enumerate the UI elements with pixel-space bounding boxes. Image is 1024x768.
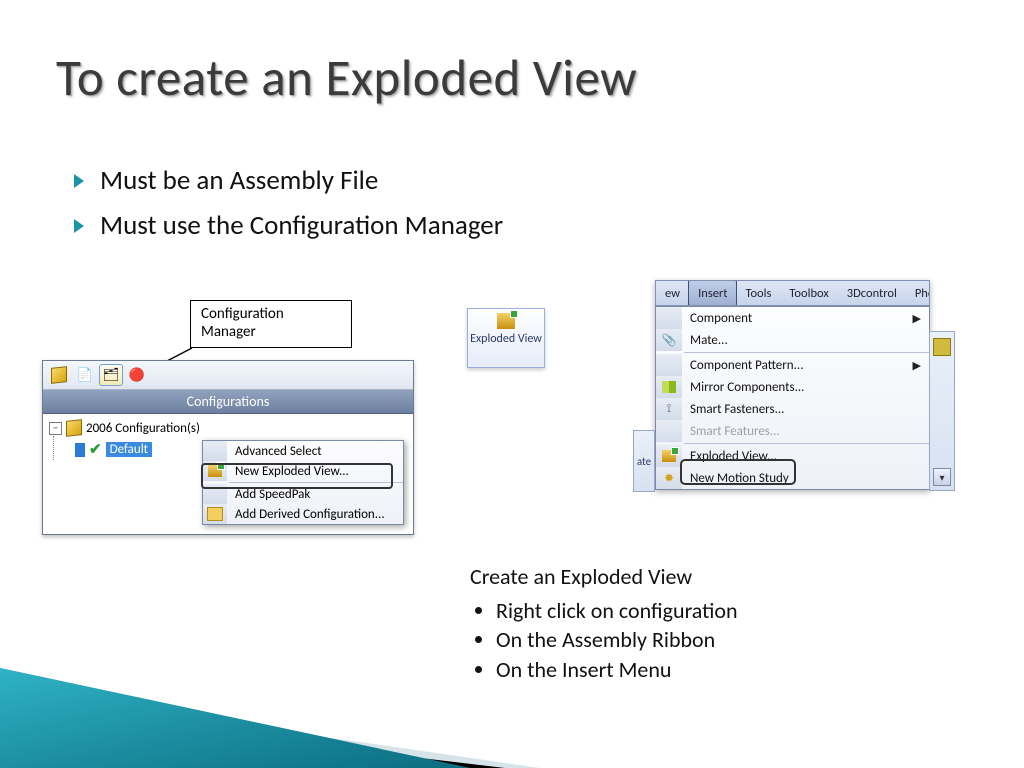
context-menu-label: Add SpeedPak <box>227 487 403 502</box>
main-bullets: Must be an Assembly File Must use the Co… <box>74 164 503 254</box>
menu-item-label: Mate... <box>682 333 929 348</box>
configuration-manager-tab-icon[interactable]: 🗂 <box>99 364 123 386</box>
mirror-icon <box>662 381 676 393</box>
exploded-view-icon <box>662 450 676 462</box>
derived-config-icon <box>207 507 223 521</box>
instructions-block: Create an Exploded View Right click on c… <box>470 562 738 685</box>
menu-item-label: Component Pattern... <box>682 358 913 373</box>
instruction-item: On the Insert Menu <box>496 655 738 685</box>
panel-header: Configurations <box>43 390 413 414</box>
instructions-heading: Create an Exploded View <box>470 562 738 592</box>
slide-title: To create an Exploded View <box>56 46 637 109</box>
exploded-view-icon <box>208 465 222 477</box>
bullet-marker-icon <box>74 219 84 233</box>
tree-root-label: 2006 Configuration(s) <box>86 421 200 436</box>
bullet-row: Must use the Configuration Manager <box>74 209 503 242</box>
tree-root-row[interactable]: − 2006 Configuration(s) <box>47 418 413 438</box>
context-menu-item[interactable]: Add Derived Configuration... <box>203 504 403 524</box>
menu-item-component-pattern[interactable]: Component Pattern... ▶ <box>656 354 929 376</box>
insert-dropdown: Component ▶ 📎 Mate... Component Pattern.… <box>655 306 930 490</box>
submenu-arrow-icon: ▶ <box>913 359 929 372</box>
menu-item-smart-fasteners[interactable]: ⟟ Smart Fasteners... <box>656 398 929 420</box>
dimxpert-tab-icon[interactable]: 🔴 <box>125 364 149 386</box>
context-menu-label: New Exploded View... <box>227 464 403 479</box>
menu-item-exploded-view[interactable]: Exploded View... <box>656 445 929 467</box>
screenshot-config-manager: Configuration Manager 📄 🗂 🔴 Configuratio… <box>42 300 412 532</box>
instruction-item: On the Assembly Ribbon <box>496 625 738 655</box>
slide-decoration <box>0 628 540 768</box>
menubar: ew Insert Tools Toolbox 3Dcontrol Pho <box>655 280 930 306</box>
menu-item-label: Smart Fasteners... <box>682 402 929 417</box>
menu-item-component[interactable]: Component ▶ <box>656 307 929 329</box>
bullet-row: Must be an Assembly File <box>74 164 503 197</box>
screenshot-insert-menu: ew Insert Tools Toolbox 3Dcontrol Pho Co… <box>655 280 930 490</box>
context-menu-item[interactable]: Add SpeedPak <box>203 484 403 504</box>
context-menu-item[interactable]: Advanced Select <box>203 441 403 461</box>
menubar-item-partial[interactable]: ew <box>656 281 689 305</box>
feature-manager-tab-icon[interactable] <box>47 364 71 386</box>
menu-separator <box>684 352 929 353</box>
menu-item-new-motion-study[interactable]: ✸ New Motion Study <box>656 467 929 489</box>
submenu-arrow-icon: ▶ <box>913 312 929 325</box>
window-edge-strip-left: ate <box>633 430 655 492</box>
menu-item-mate[interactable]: 📎 Mate... <box>656 329 929 351</box>
tree-child-label: Default <box>106 442 152 457</box>
context-menu-label: Add Derived Configuration... <box>227 507 403 522</box>
menubar-item-insert[interactable]: Insert <box>688 280 737 306</box>
menu-item-smart-features: Smart Features... <box>656 420 929 442</box>
motion-study-icon: ✸ <box>664 471 674 486</box>
context-menu-label: Advanced Select <box>227 444 403 459</box>
bullet-marker-icon <box>74 174 84 188</box>
mate-icon: 📎 <box>662 333 677 348</box>
window-edge-strip: ▾ <box>929 331 955 491</box>
menu-item-mirror-components[interactable]: Mirror Components... <box>656 376 929 398</box>
context-menu-item-new-exploded-view[interactable]: New Exploded View... <box>203 461 403 481</box>
fastener-icon: ⟟ <box>667 402 671 416</box>
menu-item-label: Mirror Components... <box>682 380 929 395</box>
collapse-icon[interactable]: − <box>49 422 62 435</box>
exploded-view-icon <box>497 313 515 329</box>
menu-separator <box>684 443 929 444</box>
menu-item-label: Smart Features... <box>682 424 929 439</box>
scroll-down-icon[interactable]: ▾ <box>933 468 951 486</box>
check-icon: ✔ <box>89 440 102 459</box>
ribbon-exploded-view-button[interactable]: Exploded View <box>467 308 545 368</box>
cube-icon <box>66 419 82 437</box>
context-menu: Advanced Select New Exploded View... Add… <box>202 440 404 525</box>
menu-item-label: New Motion Study <box>682 471 929 486</box>
callout-text: Configuration Manager <box>201 305 284 341</box>
callout-label: Configuration Manager <box>190 300 352 348</box>
toolbar-icon[interactable] <box>933 338 951 356</box>
bullet-text: Must use the Configuration Manager <box>100 209 503 242</box>
flag-icon <box>75 443 85 457</box>
menu-item-label: Exploded View... <box>682 449 929 464</box>
menubar-item-toolbox[interactable]: Toolbox <box>780 281 837 305</box>
menu-item-label: Component <box>682 311 913 326</box>
menubar-item-tools[interactable]: Tools <box>736 281 780 305</box>
menubar-item-3dcontrol[interactable]: 3Dcontrol <box>838 281 906 305</box>
instruction-item: Right click on configuration <box>496 596 738 626</box>
property-manager-tab-icon[interactable]: 📄 <box>73 364 97 386</box>
panel-toolbar: 📄 🗂 🔴 <box>43 361 413 390</box>
bullet-text: Must be an Assembly File <box>100 164 378 197</box>
menu-separator <box>229 482 403 483</box>
menubar-item-partial[interactable]: Pho <box>906 281 930 305</box>
ribbon-button-label: Exploded View <box>468 333 544 346</box>
